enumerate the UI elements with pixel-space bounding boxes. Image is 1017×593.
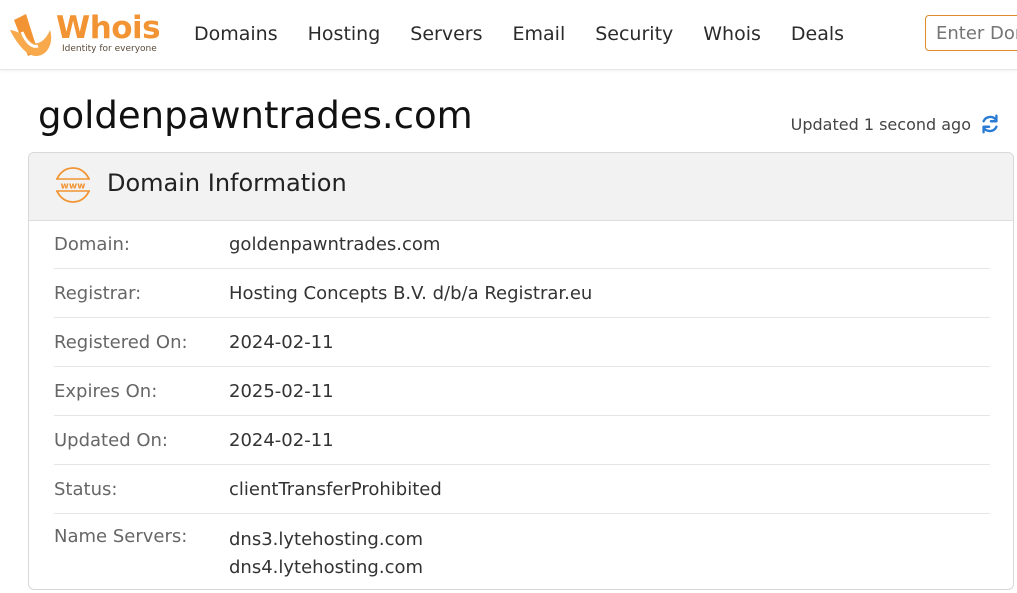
panel-title: Domain Information [107,169,347,197]
row-label: Status: [54,478,118,500]
nav-email[interactable]: Email [513,20,566,48]
nav-whois[interactable]: Whois [703,20,761,48]
name-server: dns3.lytehosting.com [229,529,424,550]
logo-word: Whois [56,10,161,46]
domain-information-panel: www Domain Information Domain: goldenpaw… [28,152,1014,590]
row-value: 2024-02-11 [229,429,334,451]
row-status: Status: clientTransferProhibited [54,465,990,514]
page-title: goldenpawntrades.com [38,94,473,137]
row-label: Registered On: [54,331,188,353]
row-value: Hosting Concepts B.V. d/b/a Registrar.eu [229,282,593,304]
row-registered-on: Registered On: 2024-02-11 [54,318,990,367]
www-globe-icon: www [55,167,91,203]
panel-header: www Domain Information [29,153,1013,221]
nav-deals[interactable]: Deals [791,20,844,48]
nav-security[interactable]: Security [595,20,673,48]
refresh-icon[interactable] [979,113,1001,135]
top-navbar: Whois Identity for everyone Domains Host… [0,0,1017,70]
main-nav: Domains Hosting Servers Email Security W… [194,20,874,48]
updated-status: Updated 1 second ago [791,113,1001,135]
row-expires-on: Expires On: 2025-02-11 [54,367,990,416]
svg-text:www: www [61,182,86,192]
domain-search-input[interactable] [925,15,1017,51]
row-label: Expires On: [54,380,158,402]
row-value: goldenpawntrades.com [229,233,441,255]
nav-hosting[interactable]: Hosting [308,20,381,48]
row-value: 2024-02-11 [229,331,334,353]
info-rows: Domain: goldenpawntrades.com Registrar: … [54,220,990,588]
name-server-list: dns3.lytehosting.com dns4.lytehosting.co… [229,526,423,582]
whois-logo[interactable]: Whois Identity for everyone [8,10,168,58]
row-label: Name Servers: [54,526,188,547]
row-domain: Domain: goldenpawntrades.com [54,220,990,269]
logo-mark-icon [10,14,52,56]
nav-servers[interactable]: Servers [410,20,482,48]
updated-text: Updated 1 second ago [790,114,971,134]
row-registrar: Registrar: Hosting Concepts B.V. d/b/a R… [54,269,990,318]
row-updated-on: Updated On: 2024-02-11 [54,416,990,465]
logo-tagline: Identity for everyone [62,44,157,54]
row-label: Updated On: [54,429,168,451]
row-value: 2025-02-11 [229,380,334,402]
row-label: Registrar: [54,282,142,304]
row-label: Domain: [54,233,130,255]
row-value: clientTransferProhibited [229,478,442,500]
name-server: dns4.lytehosting.com [229,557,424,578]
row-name-servers: Name Servers: dns3.lytehosting.com dns4.… [54,514,990,588]
nav-domains[interactable]: Domains [194,20,278,48]
